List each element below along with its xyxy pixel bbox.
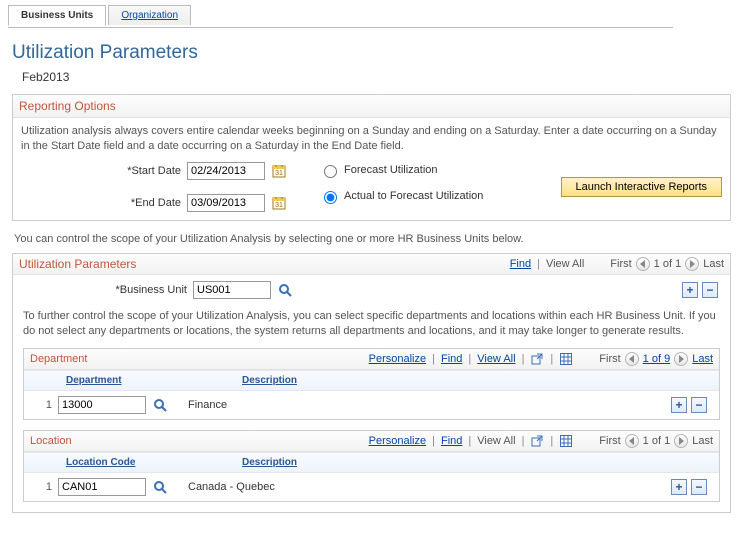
find-link[interactable]: Find [510, 258, 531, 270]
next-arrow-icon[interactable] [674, 434, 688, 448]
tab-business-units[interactable]: Business Units [8, 5, 106, 26]
svg-text:31: 31 [275, 170, 283, 177]
department-description: Finance [188, 399, 227, 411]
last-label: Last [703, 258, 724, 270]
page-title: Utilization Parameters [12, 42, 735, 64]
last-link[interactable]: Last [692, 353, 713, 365]
business-unit-label: *Business Unit [21, 284, 187, 296]
tab-strip: Business Units Organization [8, 4, 673, 28]
prev-arrow-icon[interactable] [625, 434, 639, 448]
find-link[interactable]: Find [441, 435, 462, 447]
first-label: First [599, 353, 620, 365]
view-all-link[interactable]: View All [477, 353, 515, 365]
popout-icon[interactable] [530, 352, 544, 366]
reporting-options-title: Reporting Options [13, 95, 730, 118]
add-row-button[interactable]: + [682, 282, 698, 298]
period-label: Feb2013 [22, 70, 735, 84]
forecast-radio-row[interactable]: Forecast Utilization [319, 162, 483, 178]
actual-radio-label: Actual to Forecast Utilization [344, 190, 483, 202]
business-unit-input[interactable] [193, 281, 271, 299]
first-label: First [610, 258, 631, 270]
forecast-radio-label: Forecast Utilization [344, 164, 438, 176]
pager-text: 1 of 1 [643, 435, 671, 447]
prev-arrow-icon[interactable] [636, 257, 650, 271]
last-label: Last [692, 435, 713, 447]
calendar-icon[interactable]: 31 [271, 195, 287, 211]
start-date-label: Start Date [21, 165, 181, 177]
personalize-link[interactable]: Personalize [369, 435, 426, 447]
personalize-link[interactable]: Personalize [369, 353, 426, 365]
start-date-input[interactable] [187, 162, 265, 180]
add-row-button[interactable]: + [671, 397, 687, 413]
launch-reports-button[interactable]: Launch Interactive Reports [561, 177, 722, 197]
popout-icon[interactable] [530, 434, 544, 448]
location-code-col-header[interactable]: Location Code [24, 453, 234, 472]
description-col-header[interactable]: Description [234, 371, 719, 390]
description-col-header[interactable]: Description [234, 453, 719, 472]
department-grid-title: Department [30, 353, 87, 365]
actual-radio[interactable] [324, 191, 337, 204]
view-all-label: View All [546, 258, 584, 270]
first-label: First [599, 435, 620, 447]
delete-row-button[interactable]: − [691, 397, 707, 413]
next-arrow-icon[interactable] [674, 352, 688, 366]
actual-radio-row[interactable]: Actual to Forecast Utilization [319, 188, 483, 204]
calendar-icon[interactable]: 31 [271, 163, 287, 179]
pager-text: 1 of 1 [654, 258, 682, 270]
utilization-parameters-grid: Utilization Parameters Find | View All F… [12, 253, 731, 514]
row-number: 1 [32, 399, 52, 411]
view-all-label: View All [477, 435, 515, 447]
delete-row-button[interactable]: − [702, 282, 718, 298]
tab-organization[interactable]: Organization [108, 5, 191, 25]
find-link[interactable]: Find [441, 353, 462, 365]
forecast-radio[interactable] [324, 165, 337, 178]
department-col-header[interactable]: Department [24, 371, 234, 390]
bu-scope-note: To further control the scope of your Uti… [13, 305, 730, 349]
end-date-input[interactable] [187, 194, 265, 212]
lookup-icon[interactable] [152, 397, 168, 413]
lookup-icon[interactable] [277, 282, 293, 298]
location-grid-title: Location [30, 435, 72, 447]
lookup-icon[interactable] [152, 479, 168, 495]
scope-note: You can control the scope of your Utiliz… [14, 233, 729, 245]
pager-link[interactable]: 1 of 9 [643, 353, 671, 365]
department-input[interactable] [58, 396, 146, 414]
reporting-options-box: Reporting Options Utilization analysis a… [12, 94, 731, 221]
location-description: Canada - Quebec [188, 481, 275, 493]
add-row-button[interactable]: + [671, 479, 687, 495]
svg-text:31: 31 [275, 202, 283, 209]
location-code-input[interactable] [58, 478, 146, 496]
util-grid-title: Utilization Parameters [19, 257, 136, 271]
delete-row-button[interactable]: − [691, 479, 707, 495]
department-grid: Department Personalize | Find | View All… [23, 348, 720, 420]
prev-arrow-icon[interactable] [625, 352, 639, 366]
next-arrow-icon[interactable] [685, 257, 699, 271]
location-grid: Location Personalize | Find | View All |… [23, 430, 720, 502]
reporting-help-text: Utilization analysis always covers entir… [13, 118, 730, 160]
spreadsheet-icon[interactable] [559, 434, 573, 448]
row-number: 1 [32, 481, 52, 493]
end-date-label: End Date [21, 197, 181, 209]
spreadsheet-icon[interactable] [559, 352, 573, 366]
